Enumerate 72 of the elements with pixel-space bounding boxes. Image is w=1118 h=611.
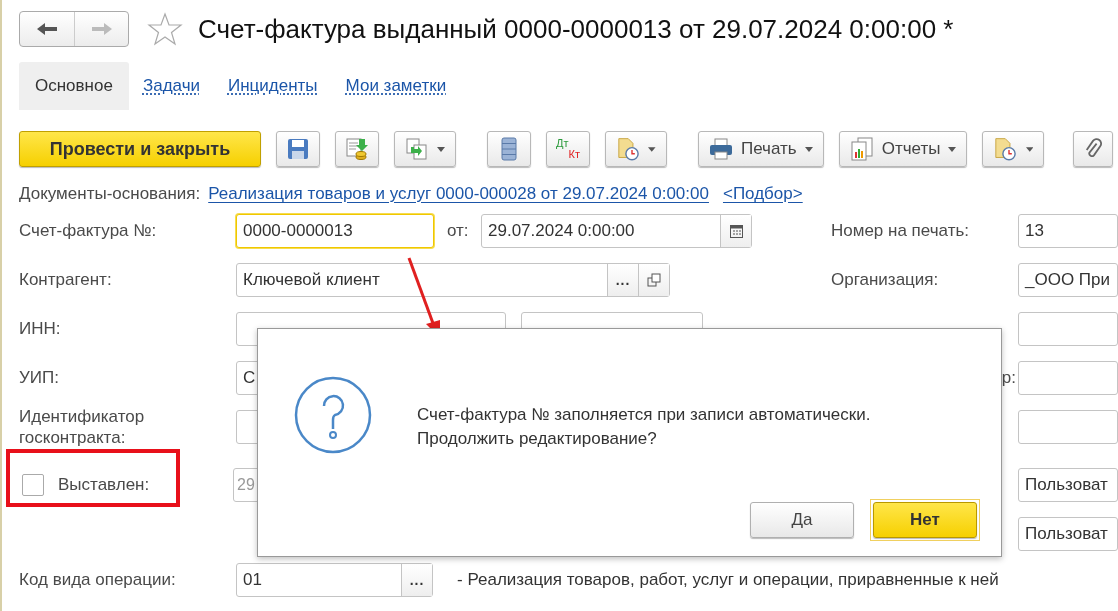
field-label: от: bbox=[447, 220, 470, 241]
dialog-message: Продолжить редактирование? bbox=[417, 428, 658, 450]
field-label: Контрагент: bbox=[19, 269, 113, 290]
caret-icon bbox=[648, 146, 656, 152]
tab[interactable]: Основное bbox=[19, 62, 129, 110]
right-arrow-icon bbox=[89, 21, 114, 37]
document-clock-icon bbox=[993, 136, 1018, 162]
date-field[interactable]: 29.07.2024 0:00:00 bbox=[481, 213, 752, 248]
tab[interactable]: Инциденты bbox=[214, 62, 332, 110]
caret-icon bbox=[437, 146, 445, 152]
left-arrow-icon bbox=[35, 21, 59, 37]
document-coins-icon bbox=[345, 137, 369, 161]
select-button[interactable]: ... bbox=[607, 263, 638, 296]
print-button[interactable]: Печать bbox=[698, 131, 824, 167]
caret-icon bbox=[948, 146, 957, 152]
field-label: Код вида операции: bbox=[19, 569, 177, 590]
reports-button[interactable]: Отчеты bbox=[838, 131, 968, 167]
post-and-close-button[interactable]: Провести и закрыть bbox=[19, 131, 261, 167]
counterparty-value: Ключевой клиент bbox=[243, 269, 381, 290]
tab[interactable]: Задачи bbox=[128, 62, 214, 110]
invoice-number-field[interactable]: 0000-0000013 bbox=[236, 213, 434, 248]
date-value: 29.07.2024 0:00:00 bbox=[488, 220, 636, 241]
dialog-button[interactable]: Нет bbox=[873, 502, 977, 538]
field-label: Счет-фактура №: bbox=[19, 220, 158, 241]
text-field[interactable]: Пользоват bbox=[1018, 516, 1118, 551]
open-button[interactable] bbox=[638, 263, 669, 296]
attach-button[interactable] bbox=[1073, 131, 1114, 167]
caret-icon bbox=[804, 146, 813, 152]
save-button[interactable] bbox=[276, 131, 320, 167]
caret-icon bbox=[1025, 146, 1034, 152]
tab[interactable]: Мои заметки bbox=[331, 62, 461, 110]
pick-link[interactable]: <Подбор> bbox=[722, 184, 803, 204]
copy-dropdown-button[interactable] bbox=[394, 131, 456, 167]
field-label: Номер на печать: bbox=[830, 220, 971, 241]
checkbox[interactable] bbox=[22, 473, 44, 496]
organization-field[interactable]: _ООО При bbox=[1018, 262, 1118, 297]
calendar-icon bbox=[729, 223, 743, 238]
document-link[interactable]: Реализация товаров и услуг 0000-000028 от 29.07.2024 0:00:00 bbox=[208, 184, 709, 204]
text-field[interactable] bbox=[1018, 360, 1118, 395]
dialog-message: Счет-фактура № заполняется при записи автоматически. bbox=[417, 404, 871, 426]
star-icon[interactable] bbox=[147, 12, 183, 46]
checkbox-label: Выставлен: bbox=[58, 474, 150, 495]
text-field[interactable] bbox=[1018, 409, 1118, 444]
operation-code-value: 01 bbox=[243, 569, 263, 590]
dialog-button[interactable]: Да bbox=[750, 502, 854, 538]
window-title: Счет-фактура выданный 0000-0000013 от 29.07.2024 0:00:00 * bbox=[198, 13, 954, 45]
field-label: Идентификатор госконтракта: bbox=[19, 405, 146, 448]
counterparty-field[interactable]: Ключевой клиент ... bbox=[236, 262, 670, 297]
text-field[interactable] bbox=[1018, 311, 1118, 346]
operation-code-field[interactable]: 01 ... bbox=[236, 562, 433, 597]
select-button[interactable]: ... bbox=[401, 563, 432, 596]
structure-dropdown-button[interactable] bbox=[982, 131, 1045, 167]
open-window-icon bbox=[647, 272, 661, 287]
text-field[interactable]: Пользоват bbox=[1018, 467, 1118, 502]
field-label: р: bbox=[1000, 367, 1017, 388]
bar-chart-document-icon bbox=[849, 137, 874, 161]
post-button[interactable] bbox=[335, 131, 379, 167]
field-label: Организация: bbox=[830, 269, 940, 290]
report-dropdown-button[interactable] bbox=[605, 131, 667, 167]
field-label: УИП: bbox=[19, 367, 60, 388]
operation-description: - Реализация товаров, работ, услуг и операции, приравненные к ней bbox=[457, 569, 999, 590]
print-number-field[interactable]: 13 bbox=[1018, 213, 1118, 248]
field-label: Документы-основания: bbox=[19, 184, 201, 204]
document-clock-icon bbox=[616, 136, 641, 162]
list-icon bbox=[501, 137, 517, 161]
documents-arrow-icon bbox=[405, 137, 429, 161]
printer-icon bbox=[709, 138, 733, 160]
question-icon bbox=[293, 375, 373, 455]
list-button[interactable] bbox=[487, 131, 531, 167]
debit-credit-button[interactable]: Дт Кт bbox=[546, 131, 590, 167]
calendar-button[interactable] bbox=[720, 214, 751, 247]
field-label: ИНН: bbox=[19, 318, 62, 339]
